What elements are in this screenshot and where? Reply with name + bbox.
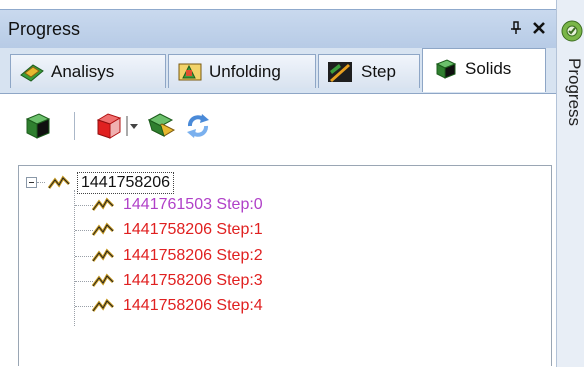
tree-root-label: 1441758206	[77, 172, 174, 194]
tree-item-label: 1441761503 Step:0	[123, 196, 263, 213]
toolbar-separator	[74, 112, 75, 140]
panel-title: Progress	[8, 19, 81, 39]
red-cube-icon[interactable]	[94, 110, 126, 142]
tab-step[interactable]: Step	[318, 54, 420, 88]
solids-icon	[433, 58, 459, 80]
tab-solids-label: Solids	[465, 59, 512, 78]
solid-path-icon	[91, 298, 117, 314]
solid-path-icon	[91, 222, 117, 238]
solid-select-icon[interactable]	[22, 110, 54, 142]
flatten-icon[interactable]	[146, 110, 178, 142]
solids-tab-content: 1441758206 1441761503 Step:0 1441758206 …	[0, 93, 556, 368]
dropdown-arrow-icon[interactable]	[126, 110, 140, 142]
pin-icon[interactable]	[508, 20, 524, 36]
panel-titlebar: Progress	[0, 9, 556, 49]
unfolding-icon	[177, 61, 203, 83]
close-icon[interactable]	[530, 19, 548, 37]
tree-item-label: 1441758206 Step:1	[123, 221, 263, 238]
tab-solids[interactable]: Solids	[422, 48, 546, 92]
collapsed-side-panel[interactable]: Progress	[556, 0, 584, 367]
tree-item-label: 1441758206 Step:3	[123, 272, 263, 289]
tree-connector	[37, 182, 45, 183]
tab-unfolding-label: Unfolding	[209, 62, 281, 81]
solid-path-icon	[91, 248, 117, 264]
progress-panel: Progress Analisys Unfolding Step Solids …	[0, 0, 556, 368]
tab-analisys[interactable]: Analisys	[10, 54, 166, 88]
tab-analisys-label: Analisys	[51, 62, 115, 81]
step-icon	[327, 61, 353, 83]
solid-path-icon	[47, 175, 73, 191]
tab-step-label: Step	[361, 62, 396, 81]
solids-toolbar	[10, 110, 310, 146]
side-panel-label: Progress	[565, 58, 584, 127]
solid-path-icon	[91, 273, 117, 289]
tree-item-label: 1441758206 Step:4	[123, 297, 263, 314]
collapse-toggle-icon[interactable]	[26, 177, 37, 188]
refresh-icon[interactable]	[182, 110, 214, 142]
tab-strip: Analisys Unfolding Step Solids	[0, 48, 556, 94]
tab-unfolding[interactable]: Unfolding	[168, 54, 316, 88]
solid-path-icon	[91, 197, 117, 213]
tree-item-label: 1441758206 Step:2	[123, 247, 263, 264]
analysis-icon	[19, 61, 45, 83]
solids-tree: 1441758206 1441761503 Step:0 1441758206 …	[18, 165, 552, 366]
progress-gear-icon[interactable]	[561, 20, 583, 42]
